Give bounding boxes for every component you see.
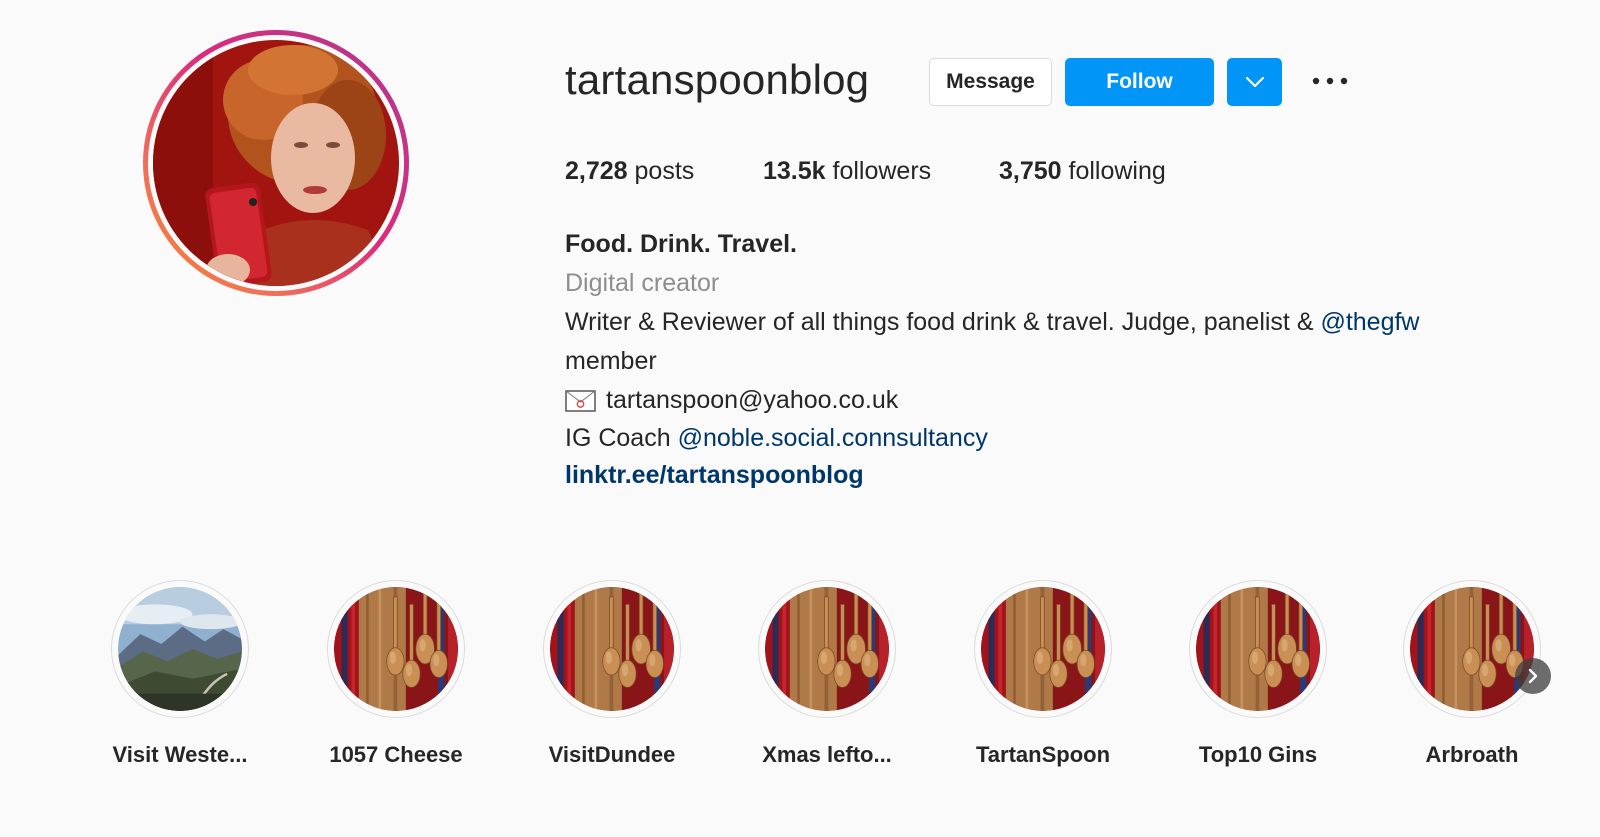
profile-avatar[interactable] bbox=[143, 30, 409, 296]
more-options-icon bbox=[1312, 77, 1348, 85]
profile-username: tartanspoonblog bbox=[565, 56, 870, 103]
followers-stat[interactable]: 13.5k followers bbox=[763, 157, 931, 186]
highlight-label: 1057 Cheese bbox=[329, 742, 463, 767]
highlight-cover-spoons bbox=[550, 587, 674, 711]
bio-line-2: member bbox=[565, 347, 657, 375]
bio-text: Writer & Reviewer of all things food dri… bbox=[565, 308, 1321, 336]
highlight-cover-spoons bbox=[765, 587, 889, 711]
bio-title: Food. Drink. Travel. bbox=[565, 230, 797, 258]
bio-email-line: tartanspoon@yahoo.co.uk bbox=[565, 386, 898, 415]
following-label: following bbox=[1068, 157, 1166, 185]
followers-label: followers bbox=[832, 157, 932, 185]
highlight-cover-spoons bbox=[981, 587, 1105, 711]
next-arrow-icon bbox=[1528, 668, 1538, 684]
coach-text: IG Coach bbox=[565, 424, 678, 452]
highlight-label: Arbroath bbox=[1425, 742, 1519, 767]
story-highlight[interactable]: Top10 Gins bbox=[1168, 580, 1348, 768]
bio-coach-line: IG Coach @noble.social.connsultancy bbox=[565, 424, 988, 453]
following-count: 3,750 bbox=[999, 157, 1062, 185]
email-text: tartanspoon@yahoo.co.uk bbox=[606, 386, 899, 414]
follow-button[interactable]: Follow bbox=[1065, 58, 1214, 106]
story-highlight[interactable]: Visit Weste... bbox=[90, 580, 270, 768]
highlights-next-button[interactable] bbox=[1515, 658, 1551, 694]
highlight-label: Top10 Gins bbox=[1198, 742, 1318, 767]
envelope-icon bbox=[565, 389, 596, 412]
profile-page: tartanspoonblog Message Follow 2,728 pos… bbox=[0, 0, 1600, 837]
highlight-cover-spoons bbox=[334, 587, 458, 711]
highlight-label: Xmas lefto... bbox=[762, 742, 892, 767]
bio-line-1: Writer & Reviewer of all things food dri… bbox=[565, 308, 1420, 337]
highlight-label: Visit Weste... bbox=[112, 742, 248, 767]
posts-label: posts bbox=[634, 157, 695, 185]
highlight-cover-spoons bbox=[1196, 587, 1320, 711]
story-highlight[interactable]: TartanSpoon bbox=[953, 580, 1133, 768]
chevron-down-icon bbox=[1245, 76, 1264, 88]
posts-count: 2,728 bbox=[565, 157, 628, 185]
suggested-accounts-button[interactable] bbox=[1227, 58, 1282, 106]
followers-count: 13.5k bbox=[763, 157, 826, 185]
avatar-photo bbox=[153, 40, 399, 286]
story-highlight[interactable]: 1057 Cheese bbox=[306, 580, 486, 768]
bio-website-link[interactable]: linktr.ee/tartanspoonblog bbox=[565, 461, 864, 490]
noble-social-mention-link[interactable]: @noble.social.connsultancy bbox=[678, 424, 988, 452]
highlight-label: TartanSpoon bbox=[975, 742, 1111, 767]
posts-stat: 2,728 posts bbox=[565, 157, 694, 186]
bio-category: Digital creator bbox=[565, 269, 720, 297]
message-button[interactable]: Message bbox=[929, 58, 1052, 106]
highlight-label: VisitDundee bbox=[548, 742, 676, 767]
more-options-button[interactable] bbox=[1310, 66, 1350, 96]
highlight-cover-spoons bbox=[1410, 587, 1534, 711]
thegfw-mention-link[interactable]: @thegfw bbox=[1320, 308, 1419, 336]
following-stat[interactable]: 3,750 following bbox=[999, 157, 1166, 186]
story-highlight[interactable]: Xmas lefto... bbox=[737, 580, 917, 768]
story-highlight[interactable]: VisitDundee bbox=[522, 580, 702, 768]
highlight-cover-landscape bbox=[118, 587, 242, 711]
